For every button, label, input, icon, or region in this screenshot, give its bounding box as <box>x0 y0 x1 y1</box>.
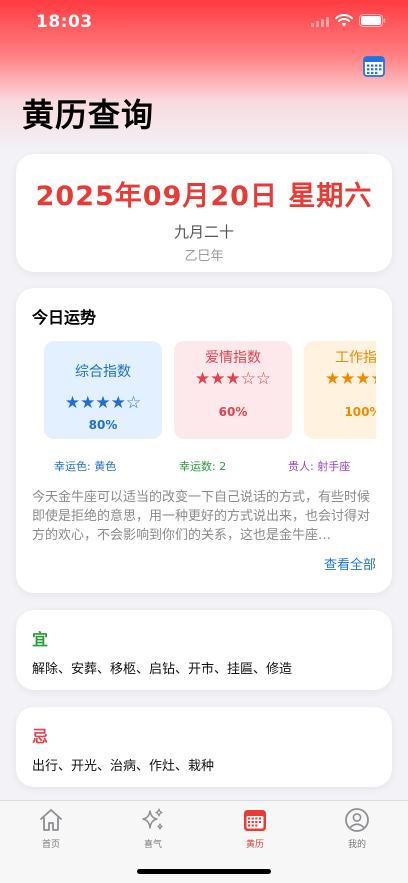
view-all-link[interactable]: 查看全部 <box>324 554 376 573</box>
sparkles-icon <box>142 808 163 830</box>
inauspicious-label: 忌 <box>32 727 49 746</box>
index-carousel[interactable]: 综合指数 ★★★★☆ 80% 爱情指数 ★★★☆☆ 60% 工作指数 ★★★★★… <box>44 341 376 441</box>
star-rating: ★★★★☆ <box>64 393 142 413</box>
tab-home[interactable]: 首页 <box>21 807 81 850</box>
tab-profile[interactable]: 我的 <box>327 807 387 850</box>
tab-label: 黄历 <box>245 840 264 850</box>
calendar-icon <box>244 810 266 831</box>
star-rating: ★★★★★ <box>324 369 376 389</box>
index-name: 爱情指数 <box>205 350 261 366</box>
index-percent: 60% <box>218 405 248 419</box>
index-percent: 80% <box>88 418 118 432</box>
status-time: 18:03 <box>36 12 93 32</box>
index-name: 综合指数 <box>75 364 131 380</box>
person-circle-icon <box>345 808 369 832</box>
status-bar: 18:03 <box>0 0 408 44</box>
index-card-work[interactable]: 工作指数 ★★★★★ 100% <box>304 341 376 439</box>
wifi-icon <box>335 14 353 27</box>
lucky-color: 幸运色: 黄色 <box>54 460 117 473</box>
fortune-title: 今日运势 <box>32 308 97 327</box>
noble-person: 贵人: 射手座 <box>288 460 351 473</box>
index-percent: 100% <box>344 405 376 419</box>
lucky-number: 幸运数: 2 <box>179 460 227 473</box>
gregorian-date: 2025年09月20日 星期六 <box>35 181 373 212</box>
ganzhi-year: 乙巳年 <box>184 249 224 264</box>
fortune-description: 今天金牛座可以适当的改变一下自己说话的方式，有些时候即使是拒绝的意思，用一种更好… <box>32 490 371 543</box>
auspicious-items: 解除、安葬、移柩、启钻、开市、挂匾、修造 <box>32 662 293 677</box>
calendar-button[interactable] <box>362 54 386 78</box>
tab-label: 首页 <box>41 840 60 850</box>
tab-label: 喜气 <box>143 840 162 850</box>
inauspicious-card: 忌 出行、开光、治病、作灶、栽种 <box>16 707 392 787</box>
home-indicator <box>137 869 271 874</box>
tab-label: 我的 <box>347 840 366 850</box>
tab-joy[interactable]: 喜气 <box>123 807 183 850</box>
lunar-date: 九月二十 <box>173 223 234 241</box>
calendar-icon <box>363 56 385 77</box>
cellular-signal-icon <box>311 15 329 27</box>
status-icons <box>311 14 386 27</box>
date-card: 2025年09月20日 星期六 九月二十 乙巳年 <box>16 154 392 272</box>
tab-almanac[interactable]: 黄历 <box>225 807 285 850</box>
index-card-overall[interactable]: 综合指数 ★★★★☆ 80% <box>44 341 162 439</box>
house-icon <box>40 809 62 831</box>
auspicious-card: 宜 解除、安葬、移柩、启钻、开市、挂匾、修造 <box>16 610 392 690</box>
page-title: 黄历查询 <box>22 96 155 134</box>
battery-icon <box>359 14 386 27</box>
star-rating: ★★★☆☆ <box>194 369 272 389</box>
index-card-love[interactable]: 爱情指数 ★★★☆☆ 60% <box>174 341 292 439</box>
auspicious-label: 宜 <box>32 630 49 649</box>
inauspicious-items: 出行、开光、治病、作灶、栽种 <box>32 759 215 774</box>
fortune-card: 今日运势 综合指数 ★★★★☆ 80% 爱情指数 ★★★☆☆ 60% 工作指数 … <box>16 288 392 593</box>
index-name: 工作指数 <box>335 350 376 366</box>
